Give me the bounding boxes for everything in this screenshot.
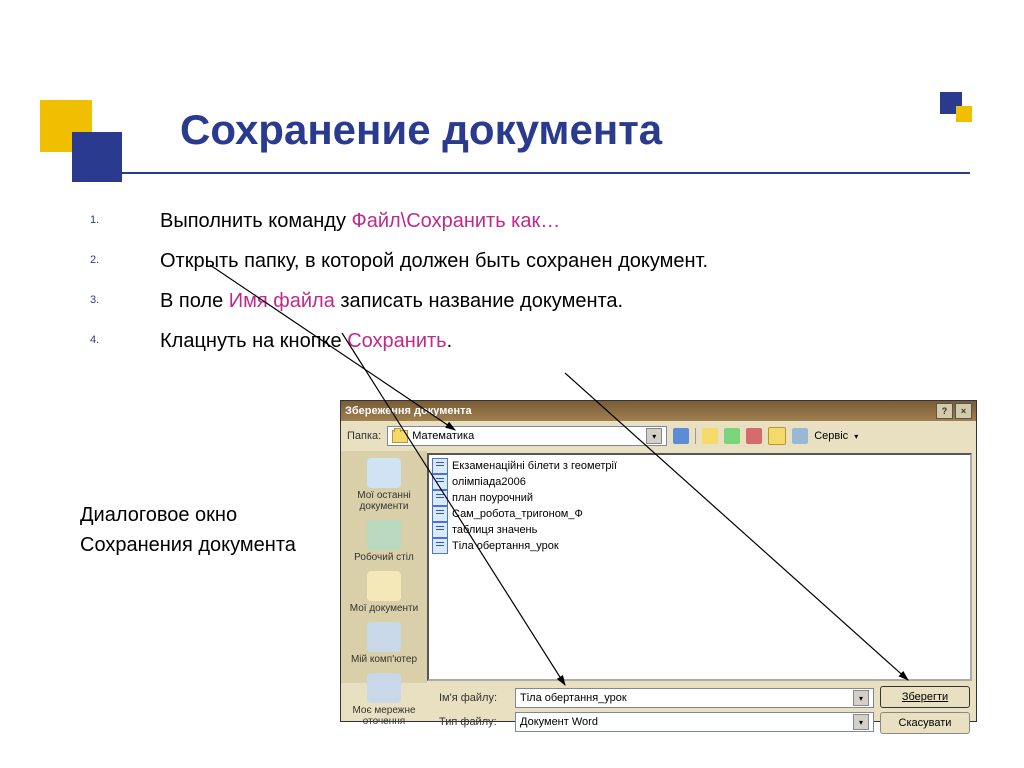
slide-title: Сохранение документа [180, 106, 662, 154]
steps-list: 1.Выполнить команду Файл\Сохранить как… … [60, 206, 960, 366]
new-folder-icon[interactable] [768, 427, 786, 445]
dialog-footer: Ім'я файлу: Тіла обертання_урок▾ Тип фай… [341, 683, 976, 737]
file-item[interactable]: Екзаменаційні білети з геометрії [432, 458, 967, 474]
chevron-down-icon[interactable]: ▾ [646, 428, 662, 444]
file-item[interactable]: план поурочний [432, 490, 967, 506]
search-icon[interactable] [724, 428, 740, 444]
place-mycomputer[interactable]: Мій комп'ютер [345, 619, 423, 668]
separator [695, 428, 696, 444]
caption-line: Сохранения документа [80, 530, 296, 560]
step-num: 2. [90, 252, 99, 269]
word-doc-icon [432, 522, 448, 538]
highlight-text: Имя файла [229, 290, 341, 312]
place-mydocs[interactable]: Мої документи [345, 568, 423, 617]
place-network[interactable]: Моє мережне оточення [345, 670, 423, 730]
step-3: 3.В поле Имя файла записать название док… [60, 286, 960, 316]
highlight-text: Сохранить [347, 330, 446, 352]
file-list-pane[interactable]: Екзаменаційні білети з геометрії олімпіа… [427, 453, 972, 681]
dialog-toolbar: Папка: Математика ▾ Сервіс ▾ [341, 421, 976, 451]
file-item[interactable]: таблиця значень [432, 522, 967, 538]
word-doc-icon [432, 490, 448, 506]
step-1: 1.Выполнить команду Файл\Сохранить как… [60, 206, 960, 236]
decor-square-yellow-small [956, 106, 972, 122]
save-button[interactable]: Зберегти [880, 686, 970, 708]
word-doc-icon [432, 506, 448, 522]
delete-icon[interactable] [746, 428, 762, 444]
step-num: 1. [90, 212, 99, 229]
back-icon[interactable] [673, 428, 689, 444]
filetype-label: Тип файлу: [439, 716, 509, 728]
folder-combo[interactable]: Математика ▾ [387, 426, 667, 446]
file-item[interactable]: олімпіада2006 [432, 474, 967, 490]
file-item[interactable]: Сам_робота_тригоном_Ф [432, 506, 967, 522]
views-icon[interactable] [792, 428, 808, 444]
places-bar: Мої останні документи Робочий стіл Мої д… [341, 451, 427, 683]
step-2: 2.Открыть папку, в которой должен быть с… [60, 246, 960, 276]
file-item[interactable]: Тіла обертання_урок [432, 538, 967, 554]
word-doc-icon [432, 474, 448, 490]
caption: Диалоговое окно Сохранения документа [80, 500, 296, 560]
step-4: 4.Клацнуть на кнопке Сохранить. [60, 326, 960, 356]
filename-label: Ім'я файлу: [439, 692, 509, 704]
filename-input[interactable]: Тіла обертання_урок▾ [515, 688, 874, 708]
step-num: 3. [90, 292, 99, 309]
chevron-down-icon[interactable]: ▾ [853, 714, 869, 730]
place-recent[interactable]: Мої останні документи [345, 455, 423, 515]
chevron-down-icon: ▾ [854, 432, 858, 441]
caption-line: Диалоговое окно [80, 500, 296, 530]
word-doc-icon [432, 458, 448, 474]
step-num: 4. [90, 332, 99, 349]
dialog-titlebar[interactable]: Збереження документа ? × [341, 401, 976, 421]
place-desktop[interactable]: Робочий стіл [345, 517, 423, 566]
chevron-down-icon[interactable]: ▾ [853, 690, 869, 706]
filetype-combo[interactable]: Документ Word▾ [515, 712, 874, 732]
title-underline [120, 172, 970, 174]
highlight-text: Файл\Сохранить как… [352, 210, 561, 232]
folder-value: Математика [412, 430, 474, 442]
help-icon[interactable]: ? [936, 403, 953, 419]
folder-icon [392, 430, 408, 443]
dialog-title: Збереження документа [345, 405, 472, 417]
tools-menu[interactable]: Сервіс [814, 430, 848, 442]
decor-square-blue [72, 132, 122, 182]
up-folder-icon[interactable] [702, 428, 718, 444]
close-icon[interactable]: × [955, 403, 972, 419]
cancel-button[interactable]: Скасувати [880, 712, 970, 734]
folder-label: Папка: [347, 430, 381, 442]
word-doc-icon [432, 538, 448, 554]
save-dialog: Збереження документа ? × Папка: Математи… [340, 400, 977, 722]
